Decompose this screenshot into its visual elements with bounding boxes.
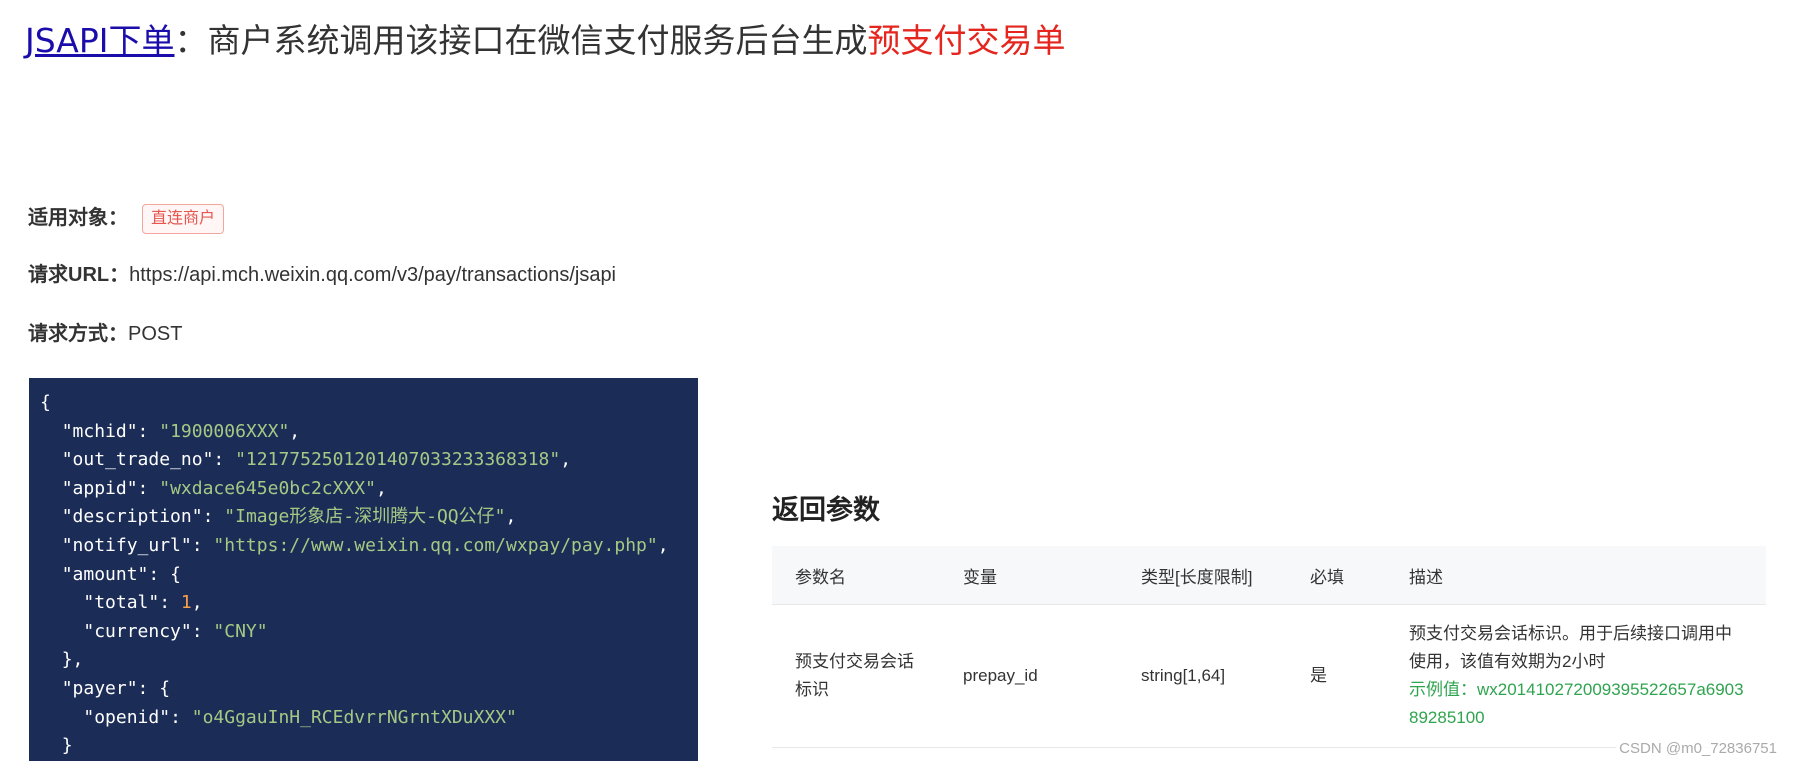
code-key: "payer" (61, 677, 138, 699)
csdn-watermark: CSDN @m0_72836751 (1616, 740, 1780, 757)
cell-required: 是 (1287, 604, 1386, 748)
code-line: } (61, 735, 73, 757)
code-number: 1 (180, 592, 192, 614)
code-string: "o4GgauInH_RCEdvrrNGrntXDuXXX" (191, 706, 517, 728)
code-key: "amount" (61, 563, 149, 585)
code-key: "description" (61, 506, 203, 528)
merchant-type-tag: 直连商户 (142, 204, 225, 234)
code-line: "payer": { (61, 677, 171, 699)
request-example-code-block[interactable]: { "mchid": "1900006XXX", "out_trade_no":… (29, 378, 698, 761)
url-value: https://api.mch.weixin.qq.com/v3/pay/tra… (129, 264, 617, 286)
url-label: 请求URL： (28, 264, 130, 286)
cell-variable: prepay_id (940, 604, 1118, 748)
page-title: JSAPI下单：商户系统调用该接口在微信支付服务后台生成预支付交易单 (25, 18, 1066, 64)
cell-param-name: 预支付交易会话标识 (772, 604, 940, 748)
header-required: 必填 (1287, 546, 1386, 605)
code-line: "notify_url": "https://www.weixin.qq.com… (61, 534, 669, 556)
header-type: 类型[长度限制] (1118, 546, 1287, 605)
example-value: 示例值：wx201410272009395522657a690389285100 (1409, 680, 1744, 727)
code-key: "mchid" (61, 420, 138, 442)
code-key: "notify_url" (61, 534, 192, 556)
target-label: 适用对象： (28, 207, 128, 229)
description-text: 预支付交易会话标识。用于后续接口调用中使用，该值有效期为2小时 (1409, 624, 1732, 671)
code-string: "wxdace645e0bc2cXXX" (159, 477, 376, 499)
code-string: "Image形象店-深圳腾大-QQ公仔" (224, 506, 506, 528)
code-line: "mchid": "1900006XXX", (61, 420, 301, 442)
cell-description: 预支付交易会话标识。用于后续接口调用中使用，该值有效期为2小时 示例值：wx20… (1386, 604, 1766, 748)
header-variable: 变量 (940, 546, 1118, 605)
code-string: "https://www.weixin.qq.com/wxpay/pay.php… (213, 534, 658, 556)
code-string: "CNY" (213, 620, 268, 642)
code-line: "out_trade_no": "12177525012014070332333… (61, 449, 572, 471)
code-line: "total": 1, (83, 592, 203, 614)
code-key: "appid" (61, 477, 138, 499)
cell-type: string[1,64] (1118, 604, 1287, 748)
method-label: 请求方式： (28, 323, 128, 345)
header-description: 描述 (1386, 546, 1766, 605)
header-param-name: 参数名 (772, 546, 940, 605)
code-content: { "mchid": "1900006XXX", "out_trade_no":… (40, 389, 698, 761)
code-line: { (40, 392, 51, 413)
code-key: "total" (83, 592, 160, 614)
code-line: "openid": "o4GgauInH_RCEdvrrNGrntXDuXXX" (83, 706, 517, 728)
target-row: 适用对象： 直连商户 (28, 204, 225, 234)
code-key: "openid" (83, 706, 171, 728)
code-line: }, (61, 649, 84, 671)
code-key: "out_trade_no" (61, 449, 214, 471)
method-value: POST (128, 323, 183, 345)
response-params-table: 参数名 变量 类型[长度限制] 必填 描述 预支付交易会话标识 prepay_i… (772, 546, 1766, 748)
table-header-row: 参数名 变量 类型[长度限制] 必填 描述 (772, 546, 1766, 605)
response-params-title: 返回参数 (772, 495, 880, 525)
code-line: "description": "Image形象店-深圳腾大-QQ公仔", (61, 506, 517, 528)
title-highlight: 预支付交易单 (867, 21, 1066, 60)
jsapi-order-link[interactable]: JSAPI下单 (25, 21, 175, 60)
code-string: "1900006XXX" (159, 420, 290, 442)
code-line: "currency": "CNY" (83, 620, 268, 642)
method-row: 请求方式：POST (28, 320, 182, 348)
title-description: ：商户系统调用该接口在微信支付服务后台生成 (174, 21, 868, 60)
code-string: "1217752501201407033233368318" (235, 449, 561, 471)
code-line: "amount": { (61, 563, 181, 585)
code-key: "currency" (83, 620, 192, 642)
url-row: 请求URL：https://api.mch.weixin.qq.com/v3/p… (28, 261, 616, 289)
table-row: 预支付交易会话标识 prepay_id string[1,64] 是 预支付交易… (772, 604, 1766, 748)
code-line: "appid": "wxdace645e0bc2cXXX", (61, 477, 387, 499)
